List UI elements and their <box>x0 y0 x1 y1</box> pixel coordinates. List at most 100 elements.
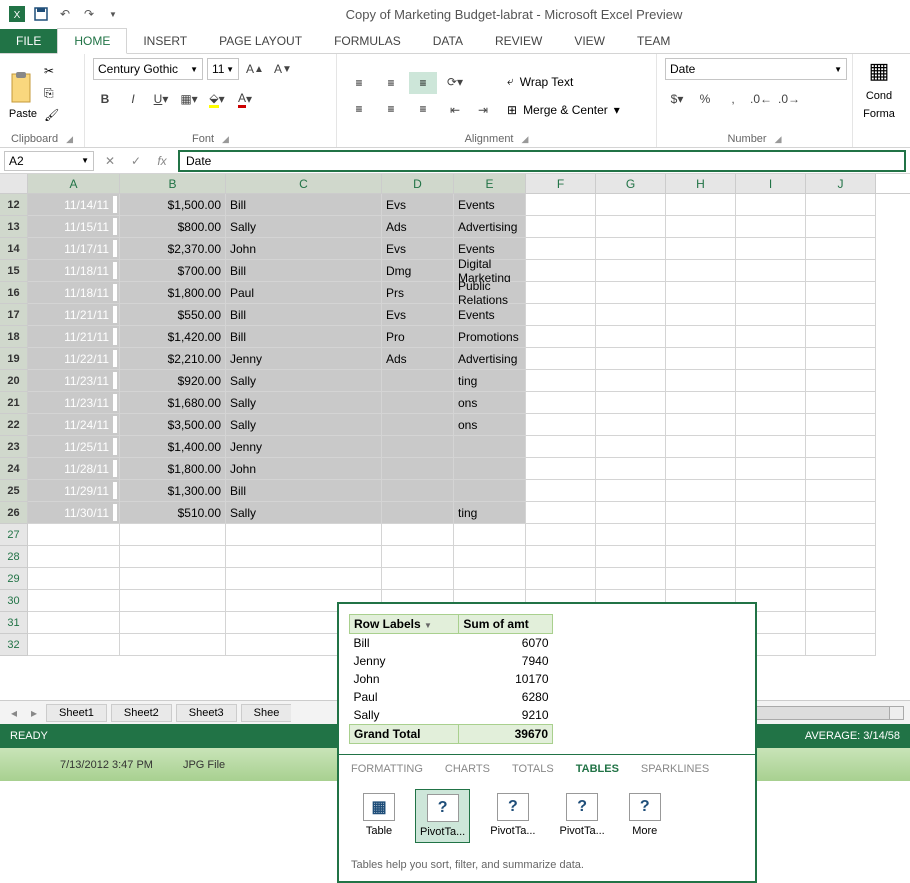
qa-btn-pivot1[interactable]: ?PivotTa... <box>415 789 470 843</box>
cell[interactable] <box>666 282 736 304</box>
cell[interactable] <box>526 348 596 370</box>
cell[interactable]: Sally <box>226 216 382 238</box>
cell[interactable] <box>666 392 736 414</box>
col-header-B[interactable]: B <box>120 174 226 193</box>
cell[interactable]: 11/21/11 <box>28 326 120 348</box>
cell[interactable]: 11/18/11 <box>28 282 120 304</box>
cell[interactable]: $1,420.00 <box>120 326 226 348</box>
cell[interactable] <box>806 546 876 568</box>
cell[interactable] <box>806 282 876 304</box>
underline-button[interactable]: U▾ <box>149 88 173 110</box>
cell[interactable] <box>526 194 596 216</box>
cell[interactable]: Jenny <box>226 348 382 370</box>
sheet-tab-3[interactable]: Sheet3 <box>176 704 237 722</box>
align-middle-icon[interactable]: ≡ <box>377 72 405 94</box>
cell[interactable] <box>454 524 526 546</box>
cell[interactable] <box>382 546 454 568</box>
cell[interactable] <box>526 304 596 326</box>
cell[interactable] <box>526 326 596 348</box>
increase-indent-icon[interactable]: ⇥ <box>471 99 495 121</box>
cancel-icon[interactable]: ✕ <box>100 154 120 168</box>
cut-icon[interactable]: ✂ <box>44 64 64 84</box>
cell[interactable] <box>382 502 454 524</box>
tab-review[interactable]: REVIEW <box>479 29 558 53</box>
cell[interactable]: Bill <box>226 326 382 348</box>
col-header-E[interactable]: E <box>454 174 526 193</box>
cell[interactable] <box>28 590 120 612</box>
cell[interactable]: $920.00 <box>120 370 226 392</box>
qa-tab-charts[interactable]: CHARTS <box>445 763 490 775</box>
orientation-icon[interactable]: ⟳▾ <box>443 71 467 93</box>
cell[interactable]: $1,680.00 <box>120 392 226 414</box>
row-header[interactable]: 26 <box>0 502 28 524</box>
cell[interactable]: Bill <box>226 260 382 282</box>
cell[interactable]: $1,300.00 <box>120 480 226 502</box>
cell[interactable] <box>806 414 876 436</box>
cell[interactable]: $800.00 <box>120 216 226 238</box>
cell[interactable] <box>736 326 806 348</box>
qa-btn-table[interactable]: ▦Table <box>359 789 399 843</box>
cell[interactable]: 11/30/11 <box>28 502 120 524</box>
cell[interactable]: $550.00 <box>120 304 226 326</box>
cell[interactable] <box>382 414 454 436</box>
cell[interactable] <box>226 546 382 568</box>
cell[interactable] <box>382 392 454 414</box>
fill-color-button[interactable]: ⬙▾ <box>205 88 229 110</box>
cell[interactable] <box>666 238 736 260</box>
cell[interactable] <box>736 304 806 326</box>
row-header[interactable]: 19 <box>0 348 28 370</box>
cell[interactable]: John <box>226 238 382 260</box>
tab-team[interactable]: TEAM <box>621 29 686 53</box>
cell[interactable] <box>806 304 876 326</box>
cell[interactable] <box>596 458 666 480</box>
cell[interactable]: ons <box>454 414 526 436</box>
clipboard-launcher-icon[interactable]: ◢ <box>66 134 73 145</box>
cell[interactable] <box>454 436 526 458</box>
bold-button[interactable]: B <box>93 88 117 110</box>
cell[interactable]: Bill <box>226 194 382 216</box>
cell[interactable] <box>596 216 666 238</box>
cell[interactable] <box>666 524 736 546</box>
col-header-J[interactable]: J <box>806 174 876 193</box>
cell[interactable]: Bill <box>226 304 382 326</box>
decrease-decimal-icon[interactable]: .0→ <box>777 88 801 110</box>
cell[interactable] <box>526 370 596 392</box>
cell[interactable] <box>736 546 806 568</box>
cell[interactable]: Evs <box>382 304 454 326</box>
cell[interactable]: Sally <box>226 392 382 414</box>
cell[interactable] <box>736 238 806 260</box>
cell[interactable]: Ads <box>382 216 454 238</box>
cell[interactable]: Events <box>454 194 526 216</box>
cell[interactable] <box>454 546 526 568</box>
cell[interactable]: 11/22/11 <box>28 348 120 370</box>
cell[interactable] <box>28 568 120 590</box>
decrease-font-icon[interactable]: A▼ <box>271 58 295 80</box>
cell[interactable] <box>526 414 596 436</box>
row-header[interactable]: 12 <box>0 194 28 216</box>
cell[interactable] <box>28 634 120 656</box>
cell[interactable] <box>526 502 596 524</box>
cell[interactable]: $1,800.00 <box>120 282 226 304</box>
fx-icon[interactable]: fx <box>152 154 172 168</box>
cell[interactable]: Ads <box>382 348 454 370</box>
row-header[interactable]: 30 <box>0 590 28 612</box>
cell[interactable]: Sally <box>226 502 382 524</box>
row-header[interactable]: 13 <box>0 216 28 238</box>
col-header-H[interactable]: H <box>666 174 736 193</box>
cell[interactable] <box>596 348 666 370</box>
paste-button[interactable]: Paste <box>8 72 38 120</box>
cell[interactable] <box>806 612 876 634</box>
pivot-filter-icon[interactable]: ▼ <box>424 621 432 630</box>
tab-data[interactable]: DATA <box>417 29 479 53</box>
cell[interactable] <box>454 568 526 590</box>
alignment-launcher-icon[interactable]: ◢ <box>522 134 529 145</box>
qa-tab-tables[interactable]: TABLES <box>576 763 619 775</box>
cell[interactable] <box>666 458 736 480</box>
row-header[interactable]: 22 <box>0 414 28 436</box>
cell[interactable]: ting <box>454 502 526 524</box>
align-bottom-icon[interactable]: ≡ <box>409 72 437 94</box>
cell[interactable]: Pro <box>382 326 454 348</box>
qa-tab-totals[interactable]: TOTALS <box>512 763 554 775</box>
cell[interactable]: Events <box>454 304 526 326</box>
cell[interactable] <box>382 458 454 480</box>
